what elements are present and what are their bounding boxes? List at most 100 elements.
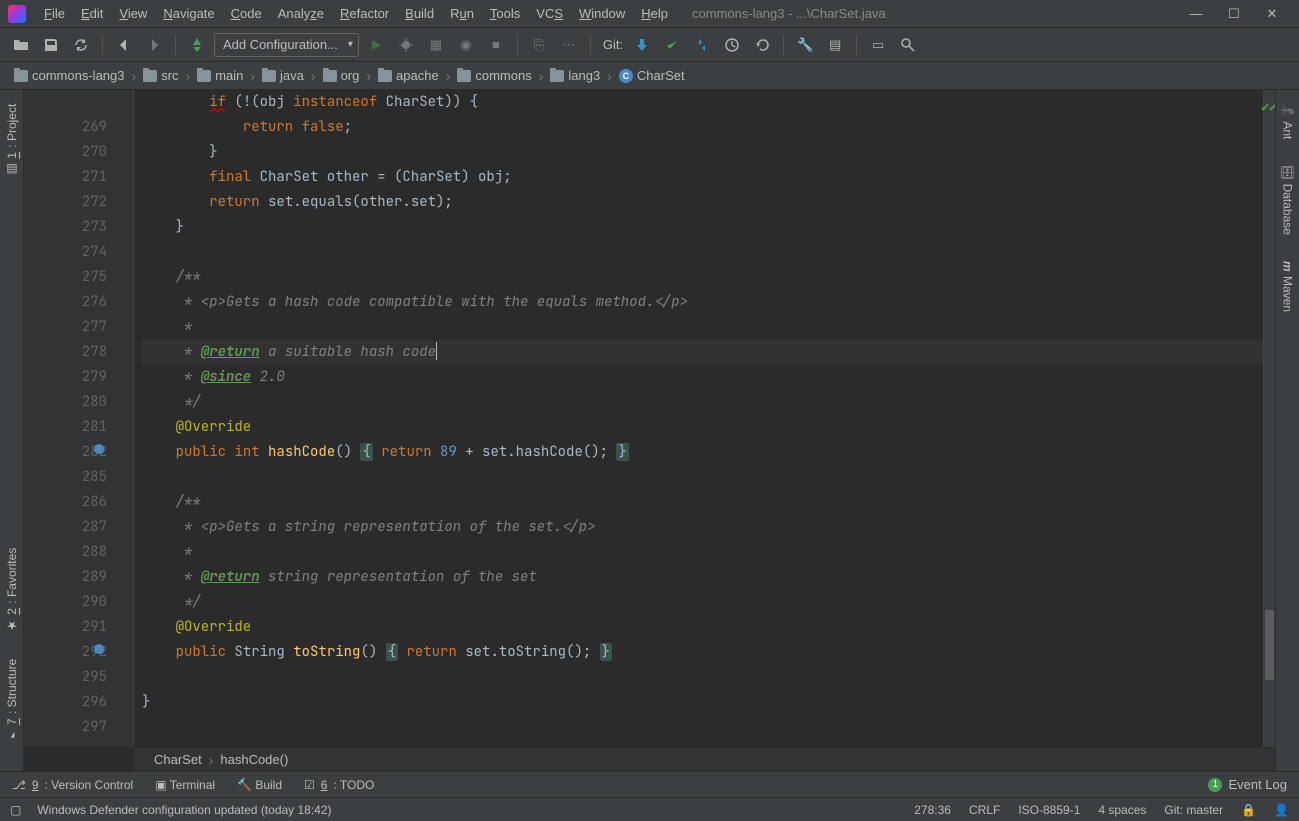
editor-scrollbar[interactable]: ✔✔: [1263, 90, 1275, 747]
status-indent[interactable]: 4 spaces: [1098, 803, 1146, 817]
line-number: 285: [24, 465, 107, 490]
breadcrumb-item[interactable]: lang3: [546, 66, 604, 85]
sidebar-tab-database[interactable]: 🗄 Database: [1279, 159, 1297, 241]
tw-version-control[interactable]: ⎇ 9: Version Control: [12, 778, 133, 792]
editor-body[interactable]: 269 270 271 272 273 274 275 276 277 278 …: [24, 90, 1275, 747]
code-breadcrumb: CharSet › hashCode(): [134, 747, 1275, 771]
line-number: 291: [24, 615, 107, 640]
breadcrumb-item[interactable]: main: [193, 66, 247, 85]
lock-icon[interactable]: 🔒: [1241, 803, 1256, 817]
maximize-icon[interactable]: ☐: [1227, 7, 1241, 21]
breadcrumb-item[interactable]: apache: [374, 66, 443, 85]
problems-ok-icon[interactable]: ✔✔: [1261, 94, 1275, 119]
stop-icon[interactable]: ■: [483, 32, 509, 58]
sidebar-tab-structure[interactable]: ⎖ 7: Structure: [3, 653, 21, 747]
git-revert-icon[interactable]: [749, 32, 775, 58]
minimize-icon[interactable]: ―: [1189, 7, 1203, 21]
menu-code[interactable]: Code: [223, 3, 270, 24]
sidebar-tab-favorites[interactable]: ★ 2: Favorites: [3, 542, 21, 639]
attach-icon[interactable]: ⎘: [526, 32, 552, 58]
menu-tools[interactable]: Tools: [482, 3, 528, 24]
breadcrumb-item[interactable]: java: [258, 66, 308, 85]
breadcrumb-item[interactable]: src: [139, 66, 182, 85]
breadcrumb-item[interactable]: CCharSet: [615, 66, 689, 85]
open-icon[interactable]: [8, 32, 34, 58]
line-number: 297: [24, 715, 107, 740]
event-log-button[interactable]: 1 Event Log: [1208, 777, 1287, 792]
line-number: 279: [24, 365, 107, 390]
sidebar-tab-ant[interactable]: 🐜 Ant: [1279, 98, 1297, 145]
menu-vcs[interactable]: VCS: [528, 3, 571, 24]
override-marker-icon[interactable]: [94, 444, 104, 454]
git-update-icon[interactable]: [629, 32, 655, 58]
git-history-icon[interactable]: [719, 32, 745, 58]
title-path: commons-lang3 - ...\CharSet.java: [692, 6, 886, 21]
line-number: 276: [24, 290, 107, 315]
code-crumb-class[interactable]: CharSet: [150, 750, 206, 769]
sidebar-tab-maven[interactable]: m Maven: [1279, 255, 1297, 318]
run-icon[interactable]: [363, 32, 389, 58]
line-number: 277: [24, 315, 107, 340]
forward-icon[interactable]: [141, 32, 167, 58]
tw-build[interactable]: 🔨 Build: [237, 778, 282, 792]
left-sidebar: ▤ 1: Project ★ 2: Favorites ⎖ 7: Structu…: [0, 90, 24, 771]
back-icon[interactable]: [111, 32, 137, 58]
editor-gutter[interactable]: 269 270 271 272 273 274 275 276 277 278 …: [24, 90, 134, 747]
settings-icon[interactable]: 🔧: [792, 32, 818, 58]
sync-icon[interactable]: [68, 32, 94, 58]
inspector-icon[interactable]: 👤: [1274, 803, 1289, 817]
git-compare-icon[interactable]: [689, 32, 715, 58]
git-label: Git:: [603, 37, 623, 52]
line-number: 280: [24, 390, 107, 415]
structure-icon[interactable]: ▤: [822, 32, 848, 58]
status-line-separator[interactable]: CRLF: [969, 803, 1000, 817]
menu-view[interactable]: View: [111, 3, 155, 24]
breadcrumb-item[interactable]: org: [319, 66, 364, 85]
build-icon[interactable]: [184, 32, 210, 58]
chevron-right-icon: ›: [604, 68, 615, 84]
line-number: 289: [24, 565, 107, 590]
close-icon[interactable]: ✕: [1265, 7, 1279, 21]
search-everywhere-icon[interactable]: [895, 32, 921, 58]
coverage-icon[interactable]: ▦: [423, 32, 449, 58]
save-icon[interactable]: [38, 32, 64, 58]
scrollbar-thumb[interactable]: [1265, 610, 1274, 680]
run-configuration-dropdown[interactable]: Add Configuration...: [214, 33, 359, 57]
status-encoding[interactable]: ISO-8859-1: [1018, 803, 1080, 817]
debug-icon[interactable]: [393, 32, 419, 58]
tw-terminal[interactable]: ▣ Terminal: [155, 778, 215, 792]
code-crumb-method[interactable]: hashCode(): [216, 750, 292, 769]
breadcrumb-item[interactable]: commons: [453, 66, 535, 85]
menu-window[interactable]: Window: [571, 3, 633, 24]
code-pane[interactable]: if (!(obj instanceof CharSet)) { return …: [134, 90, 1263, 747]
git-commit-icon[interactable]: [659, 32, 685, 58]
menu-help[interactable]: Help: [633, 3, 676, 24]
status-cursor-position[interactable]: 278:36: [914, 803, 951, 817]
status-window-icon[interactable]: ▢: [10, 803, 21, 817]
menu-navigate[interactable]: Navigate: [155, 3, 222, 24]
line-number: 290: [24, 590, 107, 615]
line-number: 271: [24, 165, 107, 190]
main-toolbar: Add Configuration... ▦ ◉ ■ ⎘ ⋯ Git: 🔧 ▤ …: [0, 28, 1299, 62]
presentation-icon[interactable]: ▭: [865, 32, 891, 58]
line-number: 296: [24, 690, 107, 715]
bottom-toolwindows-bar: ⎇ 9: Version Control ▣ Terminal 🔨 Build …: [0, 771, 1299, 797]
folder-icon: [14, 70, 28, 82]
line-number: [24, 90, 107, 115]
profile-icon[interactable]: ◉: [453, 32, 479, 58]
text-caret: [436, 342, 437, 360]
chevron-right-icon: ›: [206, 752, 217, 768]
line-number: 272: [24, 190, 107, 215]
menu-edit[interactable]: Edit: [73, 3, 111, 24]
override-marker-icon[interactable]: [94, 644, 104, 654]
tw-todo[interactable]: ☑ 6: TODO: [304, 778, 374, 792]
menu-refactor[interactable]: Refactor: [332, 3, 397, 24]
more-icon[interactable]: ⋯: [556, 32, 582, 58]
menu-analyze[interactable]: Analyze: [270, 3, 332, 24]
menu-run[interactable]: Run: [442, 3, 482, 24]
sidebar-tab-project[interactable]: ▤ 1: Project: [3, 98, 21, 183]
menu-file[interactable]: File: [36, 3, 73, 24]
status-git-branch[interactable]: Git: master: [1164, 803, 1223, 817]
breadcrumb-item[interactable]: commons-lang3: [10, 66, 129, 85]
menu-build[interactable]: Build: [397, 3, 442, 24]
